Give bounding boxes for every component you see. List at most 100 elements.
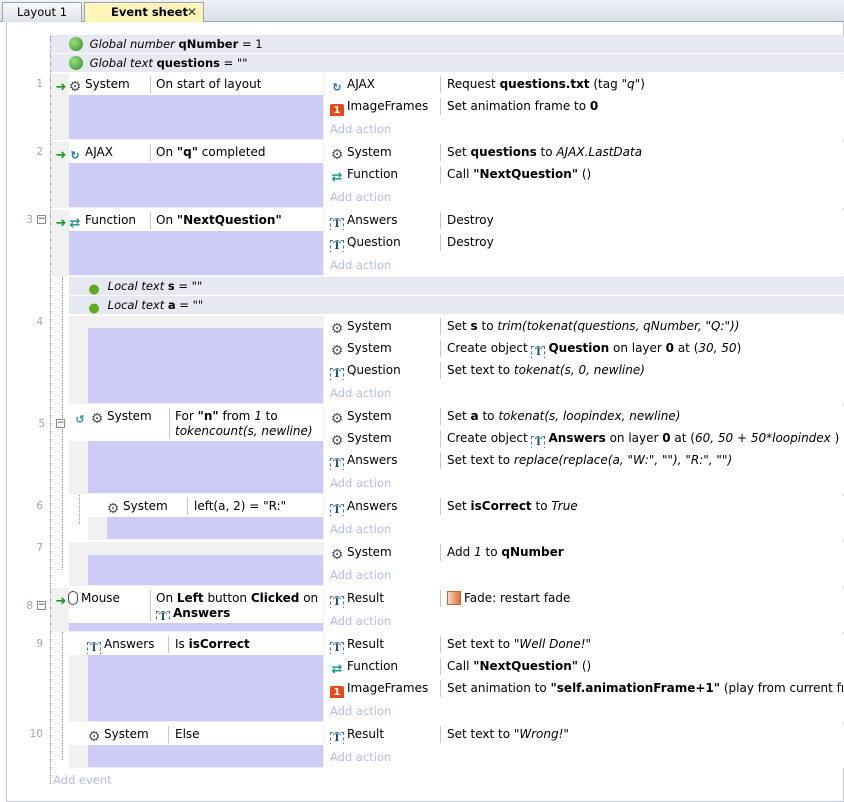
- function-icon: ⇄: [69, 216, 81, 231]
- add-action-link[interactable]: Add action: [330, 386, 391, 400]
- action-row[interactable]: T Result: [330, 724, 384, 744]
- condition-text: On "q" completed: [156, 145, 266, 159]
- gear-icon: ⚙: [330, 547, 344, 562]
- local-variable-row[interactable]: ● Local text a = "": [69, 296, 844, 316]
- condition-area[interactable]: [88, 745, 323, 767]
- collapse-toggle[interactable]: −: [56, 419, 65, 428]
- condition-area[interactable]: [69, 623, 323, 631]
- add-event-link[interactable]: Add event: [53, 773, 112, 787]
- add-action-link[interactable]: Add action: [330, 750, 391, 764]
- action-row[interactable]: T Answers: [330, 496, 397, 516]
- add-action-link[interactable]: Add action: [330, 568, 391, 582]
- action-row[interactable]: T Answers: [330, 450, 397, 470]
- close-tab-icon[interactable]: ✕: [187, 3, 197, 21]
- add-action-link[interactable]: Add action: [330, 122, 391, 136]
- condition-row[interactable]: T Answers Is isCorrect: [69, 634, 323, 655]
- loop-icon: ↺: [75, 413, 85, 426]
- collapse-toggle[interactable]: −: [37, 601, 46, 610]
- row-number: 3: [26, 214, 33, 226]
- action-row[interactable]: ⚙ System: [330, 406, 392, 426]
- condition-text-line2: T Answers: [156, 605, 230, 622]
- condition-area[interactable]: [88, 655, 323, 721]
- action-row[interactable]: ⚙ System: [330, 428, 392, 448]
- ajax-icon: ↻: [332, 81, 342, 94]
- row-number: 9: [36, 638, 43, 650]
- action-text: Set text to replace(replace(a, "W:", "")…: [447, 453, 733, 467]
- row-number: 6: [36, 500, 43, 512]
- green-arrow-icon: ➜: [55, 80, 67, 95]
- action-row[interactable]: T Result: [330, 588, 384, 608]
- text-object-icon: T: [156, 611, 170, 622]
- condition-text: On Left button Clicked on: [156, 591, 319, 605]
- gear-icon: ⚙: [330, 411, 344, 426]
- add-action-link[interactable]: Add action: [330, 190, 391, 204]
- tab-layout-1[interactable]: Layout 1: [2, 2, 82, 22]
- action-row[interactable]: T Result: [330, 634, 384, 654]
- add-action-link[interactable]: Add action: [330, 704, 391, 718]
- event-object: ➜ Mouse: [55, 591, 120, 609]
- action-text: Set isCorrect to True: [447, 499, 578, 513]
- condition-text: Is isCorrect: [175, 637, 250, 651]
- tab-event-sheet-1[interactable]: Event sheet 1 ✕: [84, 2, 204, 37]
- action-row[interactable]: ⚙ System: [330, 142, 392, 162]
- local-variable-row[interactable]: ● Local text s = "": [69, 277, 844, 297]
- condition-row[interactable]: ➜ ↻ AJAX On "q" completed: [56, 142, 323, 163]
- text-object-icon: T: [330, 596, 344, 608]
- gear-icon: ⚙: [87, 729, 101, 744]
- condition-area[interactable]: [107, 517, 323, 539]
- action-row[interactable]: T Question: [330, 232, 401, 252]
- add-action-link[interactable]: Add action: [330, 614, 391, 628]
- action-text: Destroy: [447, 235, 494, 249]
- condition-area[interactable]: [88, 441, 323, 493]
- condition-row[interactable]: ➜ Mouse On Left button Clicked on T Answer…: [56, 588, 323, 623]
- action-row[interactable]: ⚙ System: [330, 316, 392, 336]
- global-variable-row[interactable]: Global number qNumber = 1: [51, 35, 844, 54]
- text-object-icon: T: [330, 218, 344, 230]
- action-row[interactable]: 1 ImageFrames: [330, 96, 428, 116]
- condition-row[interactable]: ➜ ⚙ System On start of layout: [56, 74, 323, 95]
- condition-area[interactable]: [88, 328, 323, 403]
- gear-icon: ⚙: [330, 343, 344, 358]
- condition-row[interactable]: ⚙ System Else: [69, 724, 323, 745]
- tree-line: [62, 632, 63, 760]
- fade-behavior-icon: [447, 591, 461, 605]
- action-row[interactable]: 1 ImageFrames: [330, 678, 428, 698]
- function-icon: ⇄: [331, 170, 343, 185]
- green-arrow-icon: ➜: [55, 216, 67, 231]
- variable-value: = "": [223, 56, 248, 70]
- add-action-link[interactable]: Add action: [330, 258, 391, 272]
- condition-row[interactable]: ➜ ⇄ Function On "NextQuestion": [56, 210, 323, 231]
- condition-area[interactable]: [69, 95, 323, 139]
- global-variable-row[interactable]: Global text questions = "": [51, 54, 844, 73]
- variable-name: questions: [156, 56, 220, 70]
- row-number: 4: [36, 316, 43, 328]
- condition-area[interactable]: [69, 163, 323, 207]
- condition-area[interactable]: [69, 231, 323, 275]
- condition-area[interactable]: [88, 555, 323, 585]
- action-row[interactable]: ⇄ Function: [330, 164, 399, 185]
- action-row[interactable]: ⚙ System: [330, 338, 392, 358]
- row-number: 1: [36, 78, 43, 90]
- action-text: Add 1 to qNumber: [447, 545, 564, 559]
- action-row[interactable]: T Answers: [330, 210, 397, 230]
- condition-row[interactable]: ↺ ⚙ System For "n" from 1 to tokencount(s,…: [69, 406, 323, 441]
- add-action-link[interactable]: Add action: [330, 476, 391, 490]
- action-row[interactable]: ⇄ Function: [330, 656, 399, 676]
- event-object: ➜ ↻ AJAX: [55, 145, 113, 162]
- green-arrow-icon: ➜: [55, 594, 67, 609]
- text-object-icon: T: [87, 642, 101, 654]
- text-object-icon: T: [330, 504, 344, 516]
- variable-kind: Global text: [89, 56, 153, 70]
- actions-area: [324, 210, 844, 276]
- action-row[interactable]: ⚙ System: [330, 542, 392, 562]
- gear-icon: ⚙: [330, 433, 344, 448]
- action-row[interactable]: T Question: [330, 360, 401, 380]
- event-object: T Answers: [87, 634, 154, 654]
- event-object: ⚙ System: [87, 727, 149, 744]
- action-row[interactable]: ↻ AJAX: [330, 74, 375, 94]
- collapse-toggle[interactable]: −: [37, 215, 46, 224]
- add-action-link[interactable]: Add action: [330, 522, 391, 536]
- tab-layout-1-label: Layout 1: [16, 5, 68, 19]
- condition-row[interactable]: ⚙ System left(a, 2) = "R:": [88, 496, 323, 517]
- event-object: ➜ ⇄ Function: [55, 213, 137, 231]
